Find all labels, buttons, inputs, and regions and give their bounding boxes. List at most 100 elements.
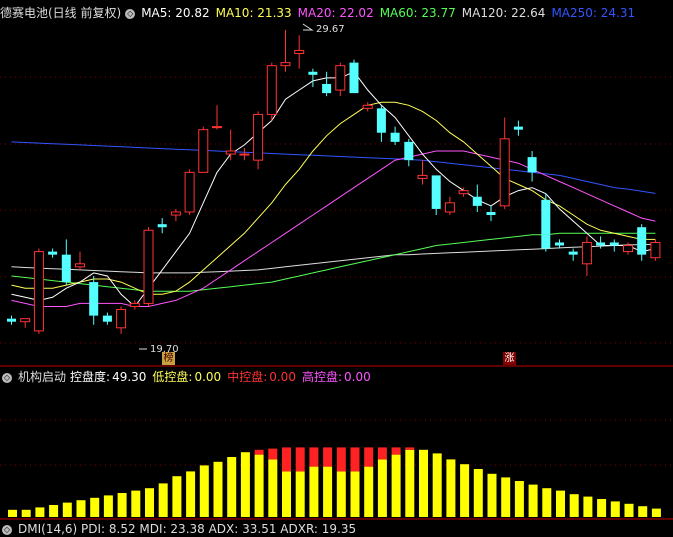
- ma60-line: [11, 232, 656, 292]
- candle[interactable]: [266, 62, 277, 121]
- candle-body: [349, 62, 359, 94]
- candle[interactable]: [239, 147, 250, 161]
- candle[interactable]: [650, 239, 661, 261]
- candle-body: [637, 227, 647, 255]
- indicator-settings-icon[interactable]: ◇: [2, 372, 12, 383]
- settings-circle-icon[interactable]: ◇: [125, 8, 136, 19]
- candle[interactable]: [102, 312, 112, 325]
- control-bar: [103, 495, 113, 517]
- candle-body: [581, 241, 592, 265]
- candle[interactable]: [280, 30, 291, 72]
- control-bar-red: [364, 447, 374, 467]
- candle[interactable]: [198, 126, 209, 173]
- control-bar: [35, 507, 45, 517]
- candle[interactable]: [376, 105, 386, 142]
- candle[interactable]: [541, 193, 551, 252]
- control-bar: [282, 471, 291, 517]
- candle[interactable]: [349, 59, 359, 94]
- candle[interactable]: [225, 129, 236, 161]
- control-value: 49.30: [112, 370, 147, 384]
- candle[interactable]: [499, 117, 510, 209]
- candle-body: [596, 242, 606, 246]
- candle[interactable]: [143, 227, 154, 307]
- candle[interactable]: [404, 138, 414, 167]
- candle-body: [116, 309, 127, 329]
- candle[interactable]: [20, 318, 31, 328]
- rise-badge[interactable]: 涨: [503, 352, 516, 365]
- ma20-label: MA20: 22.02: [297, 6, 374, 20]
- control-bar: [391, 454, 401, 517]
- control-bar: [473, 469, 483, 517]
- control-bar: [542, 488, 552, 517]
- candle[interactable]: [116, 306, 127, 334]
- candle[interactable]: [431, 175, 441, 216]
- candle[interactable]: [581, 236, 592, 276]
- control-bar-red: [282, 447, 291, 472]
- control-bar: [569, 494, 579, 517]
- control-bar: [638, 506, 648, 517]
- candle[interactable]: [568, 248, 578, 261]
- candle-body: [390, 132, 400, 142]
- control-bar: [501, 477, 511, 517]
- control-bar: [556, 490, 565, 517]
- control-bar: [8, 509, 17, 517]
- candle-body: [225, 150, 236, 155]
- ma20-line: [11, 150, 656, 307]
- low-control-label: 低控盘:: [152, 370, 193, 384]
- candle[interactable]: [555, 239, 564, 249]
- candle[interactable]: [89, 275, 99, 325]
- candle[interactable]: [61, 239, 71, 286]
- candle[interactable]: [637, 224, 647, 261]
- candle[interactable]: [335, 62, 346, 97]
- candle-body: [239, 153, 250, 156]
- control-bar: [336, 471, 346, 517]
- candle[interactable]: [513, 120, 523, 136]
- candle-body: [48, 251, 58, 255]
- mid-control-value: 0.00: [269, 370, 296, 384]
- candle[interactable]: [294, 35, 305, 69]
- rank-badge[interactable]: 榜: [162, 352, 175, 365]
- candle[interactable]: [322, 71, 332, 97]
- candle[interactable]: [48, 248, 58, 258]
- ma5-label: MA5: 20.82: [141, 6, 210, 20]
- control-bar: [172, 476, 182, 517]
- candle-body: [157, 224, 167, 228]
- ma60-label: MA60: 23.77: [379, 6, 456, 20]
- low-control-value: 0.00: [194, 370, 222, 384]
- candle[interactable]: [472, 184, 482, 212]
- control-bar: [213, 461, 223, 517]
- candle[interactable]: [157, 218, 167, 234]
- control-bar: [309, 466, 319, 517]
- control-bar: [323, 466, 333, 517]
- candle-body: [362, 104, 373, 109]
- candle[interactable]: [184, 169, 195, 216]
- candle[interactable]: [444, 196, 455, 216]
- control-bar-red: [295, 447, 305, 472]
- candle-body: [198, 129, 209, 173]
- candle[interactable]: [609, 239, 619, 252]
- candle[interactable]: [170, 208, 181, 222]
- candle[interactable]: [7, 315, 16, 325]
- candle-body: [499, 138, 510, 207]
- candle-body: [308, 71, 318, 75]
- candle-body: [143, 229, 154, 304]
- candle[interactable]: [362, 102, 373, 112]
- candle-body: [568, 251, 578, 255]
- indicator-title: 机构启动: [18, 370, 67, 384]
- candle[interactable]: [33, 248, 44, 334]
- candle[interactable]: [75, 251, 85, 270]
- candle[interactable]: [253, 111, 264, 170]
- candle[interactable]: [623, 242, 633, 255]
- candle[interactable]: [527, 151, 537, 182]
- ma10-line: [11, 101, 656, 295]
- candle[interactable]: [212, 105, 222, 130]
- control-bar: [432, 453, 442, 517]
- control-bar: [131, 490, 141, 517]
- control-bar: [610, 501, 620, 517]
- candle[interactable]: [308, 68, 318, 88]
- candle[interactable]: [486, 205, 496, 222]
- candle[interactable]: [390, 126, 400, 145]
- candle[interactable]: [417, 160, 428, 185]
- control-bar: [268, 459, 278, 517]
- high-marker: [302, 23, 314, 31]
